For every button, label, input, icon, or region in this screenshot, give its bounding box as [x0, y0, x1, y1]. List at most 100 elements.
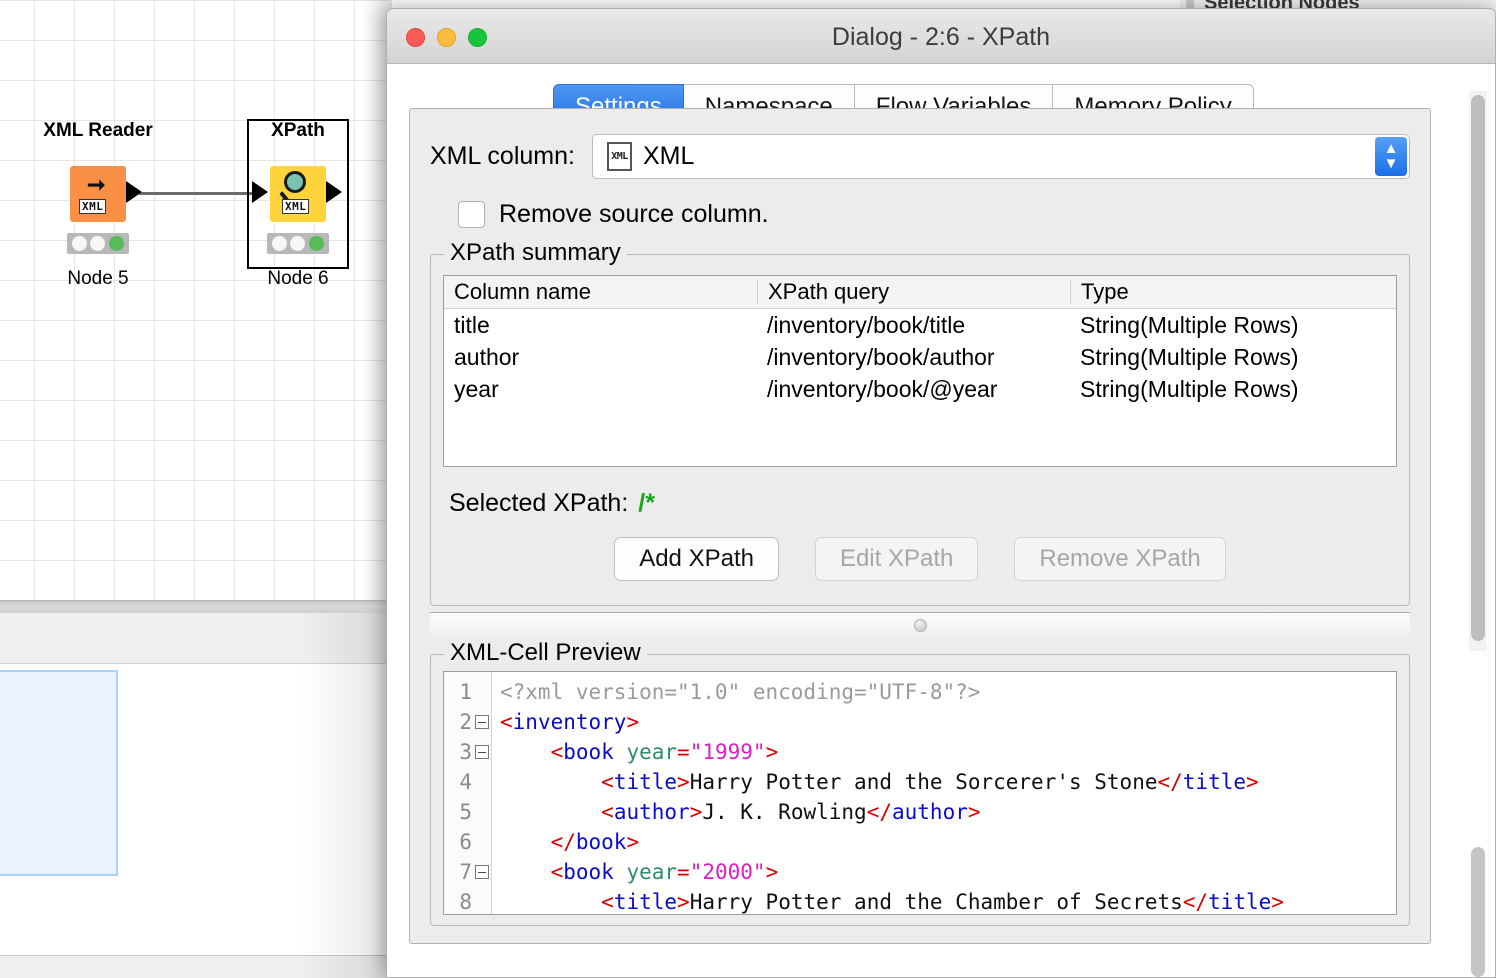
node-title: XPath: [271, 120, 325, 141]
xpath-dialog-window[interactable]: Dialog - 2:6 - XPath Settings Namespace …: [386, 8, 1496, 978]
cell-type: String(Multiple Rows): [1080, 375, 1299, 402]
table-row[interactable]: title /inventory/book/title String(Multi…: [444, 309, 1396, 341]
xml-type-icon: XML: [606, 141, 632, 171]
code-line: <title>Harry Potter and the Sorcerer's S…: [601, 770, 1259, 794]
xml-column-label: XML column:: [430, 141, 575, 170]
code-line: <book year="2000">: [550, 860, 779, 884]
node-title: XML Reader: [43, 120, 153, 141]
status-lamp-green: [109, 236, 125, 251]
status-lamp-idle: [271, 236, 287, 251]
xpath-summary-title: XPath summary: [444, 239, 627, 267]
dialog-title: Dialog - 2:6 - XPath: [831, 23, 1051, 51]
node-output-port[interactable]: [126, 181, 142, 203]
status-lamp-idle: [290, 236, 306, 251]
xpath-summary-table[interactable]: Column name XPath query Type title /inve…: [443, 275, 1397, 467]
panel-splitter[interactable]: [430, 612, 1410, 636]
selected-xpath-row: Selected XPath: /*: [443, 481, 1397, 525]
xpath-summary-group: XPath summary Column name XPath query Ty…: [430, 239, 1410, 606]
node-id-label: Node 6: [267, 268, 329, 289]
fold-collapse-icon[interactable]: [475, 745, 489, 759]
line-number: 3: [444, 737, 491, 767]
xml-column-row: XML column: XML XML ▲ ▼: [430, 133, 1410, 179]
xml-column-value: XML: [642, 141, 695, 170]
xml-column-combobox[interactable]: XML XML ▲ ▼: [591, 133, 1410, 179]
cell-column-name: author: [454, 343, 520, 370]
line-number: 1: [444, 677, 491, 707]
button-label: Remove XPath: [1039, 545, 1201, 572]
remove-xpath-button[interactable]: Remove XPath: [1014, 537, 1226, 581]
node-icon-badge: XML: [79, 199, 107, 214]
lower-panel-toolbar[interactable]: [0, 613, 390, 664]
chevron-up-icon: ▲: [1383, 140, 1399, 157]
fold-collapse-icon[interactable]: [475, 865, 489, 879]
code-line: <author>J. K. Rowling</author>: [601, 800, 981, 824]
node-input-port[interactable]: [252, 181, 268, 203]
selected-xpath-value: /*: [638, 488, 655, 517]
cell-column-name: year: [454, 375, 499, 402]
code-line: <?xml version="1.0" encoding="UTF-8"?>: [500, 680, 981, 704]
column-header-xpath-query[interactable]: XPath query: [757, 280, 1070, 304]
status-bar: [0, 955, 390, 978]
chevron-down-icon: ▼: [1383, 155, 1399, 172]
xpath-action-buttons: Add XPath Edit XPath Remove XPath: [443, 537, 1397, 581]
node-id-label: Node 5: [67, 268, 129, 289]
selected-xpath-label: Selected XPath:: [449, 488, 629, 517]
line-number: 2: [444, 707, 491, 737]
cell-xpath-query: /inventory/book/author: [767, 343, 995, 370]
remove-source-column-checkbox[interactable]: [458, 200, 485, 228]
line-number: 6: [444, 827, 491, 857]
node-output-port[interactable]: [326, 181, 342, 203]
table-row[interactable]: author /inventory/book/author String(Mul…: [444, 341, 1396, 373]
status-lamp-green: [309, 236, 325, 251]
xml-cell-preview-group: XML-Cell Preview 123456789 <?xml version…: [430, 639, 1410, 926]
cell-xpath-query: /inventory/book/@year: [767, 375, 998, 402]
chevron-updown-icon[interactable]: ▲ ▼: [1375, 136, 1407, 176]
magnifier-icon: [284, 171, 306, 193]
node-status-lights: [67, 233, 129, 254]
status-lamp-idle: [90, 236, 106, 251]
dialog-scrollbar-thumb[interactable]: [1471, 95, 1485, 641]
cell-type: String(Multiple Rows): [1080, 311, 1299, 338]
code-line: <inventory>: [500, 710, 640, 734]
code-line: </book>: [550, 830, 640, 854]
add-xpath-button[interactable]: Add XPath: [614, 537, 779, 581]
line-number: 7: [444, 857, 491, 887]
workflow-node-xml-reader[interactable]: XML Reader ➞ XML Node 5: [28, 120, 168, 300]
preview-scrollbar-thumb[interactable]: [1471, 847, 1485, 977]
xml-preview-editor[interactable]: 123456789 <?xml version="1.0" encoding="…: [443, 671, 1397, 915]
line-number-gutter: 123456789: [444, 672, 492, 914]
node-status-lights: [267, 233, 329, 254]
button-label: Edit XPath: [839, 545, 954, 572]
table-row[interactable]: year /inventory/book/@year String(Multip…: [444, 373, 1396, 405]
column-header-type[interactable]: Type: [1070, 280, 1396, 304]
remove-source-column-row[interactable]: Remove source column.: [458, 192, 1410, 236]
xpath-magnifier-icon[interactable]: XML: [270, 166, 326, 222]
settings-tab-panel: XML column: XML XML ▲ ▼ Remove source co…: [409, 108, 1431, 944]
arrow-right-icon: ➞: [87, 172, 106, 197]
splitter-handle-icon[interactable]: [914, 619, 927, 632]
dialog-titlebar[interactable]: Dialog - 2:6 - XPath: [387, 9, 1495, 64]
line-number: 5: [444, 797, 491, 827]
edit-xpath-button[interactable]: Edit XPath: [814, 537, 979, 581]
fold-collapse-icon[interactable]: [475, 715, 489, 729]
cell-xpath-query: /inventory/book/title: [767, 311, 966, 338]
column-header-column-name[interactable]: Column name: [444, 280, 757, 304]
button-label: Add XPath: [639, 545, 754, 572]
line-number: 8: [444, 887, 491, 914]
code-line: <book year="1999">: [550, 740, 779, 764]
xml-source-code[interactable]: <?xml version="1.0" encoding="UTF-8"?> <i…: [492, 672, 1396, 914]
xml-cell-preview-title: XML-Cell Preview: [444, 639, 647, 667]
line-number: 4: [444, 767, 491, 797]
xml-reader-icon[interactable]: ➞ XML: [70, 166, 126, 222]
panel-splitter[interactable]: [0, 600, 390, 613]
node-icon-badge: XML: [282, 199, 310, 214]
selection-highlight-rect: [0, 670, 118, 876]
dialog-content: Settings Namespace Flow Variables Memory…: [387, 64, 1495, 977]
workflow-canvas[interactable]: XML Reader ➞ XML Node 5 XPath XML Node 6: [0, 0, 390, 600]
cell-type: String(Multiple Rows): [1080, 343, 1299, 370]
workflow-node-xpath[interactable]: XPath XML Node 6: [228, 119, 368, 300]
